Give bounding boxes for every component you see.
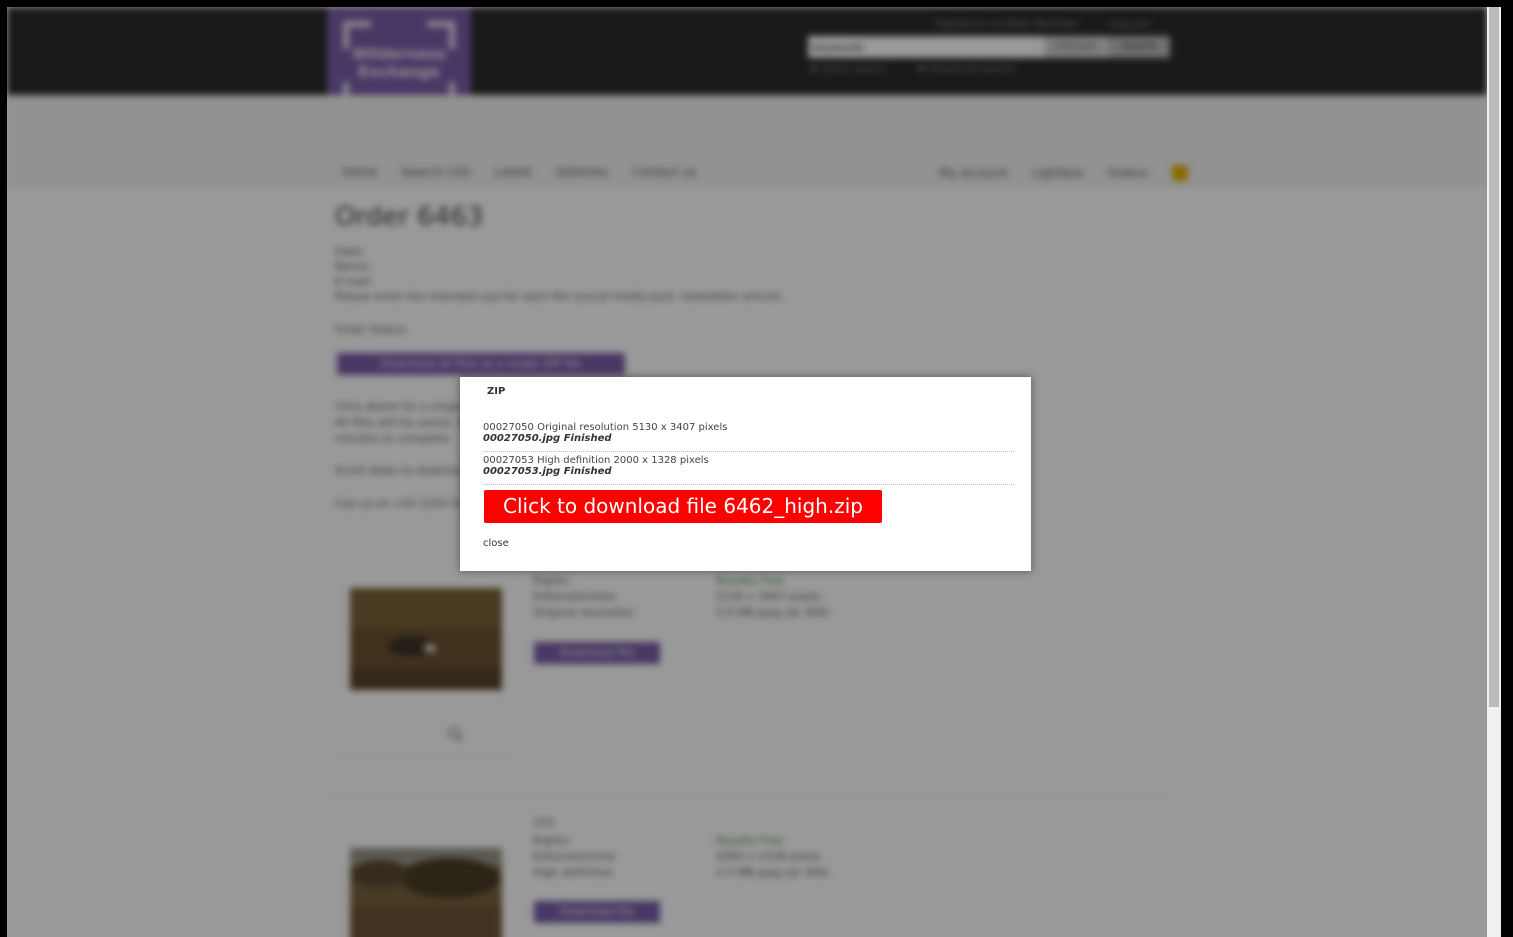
file-row: 00027050 Original resolution 5130 x 3407…: [483, 419, 1014, 452]
file-description: 00027050 Original resolution 5130 x 3407…: [483, 422, 728, 433]
file-status: 00027050.jpg Finished: [483, 433, 612, 444]
zip-dialog: ZIP 00027050 Original resolution 5130 x …: [460, 377, 1031, 571]
file-status: 00027053.jpg Finished: [483, 466, 612, 477]
scrollbar-thumb[interactable]: [1489, 7, 1499, 707]
close-link[interactable]: close: [483, 538, 509, 549]
dialog-title: ZIP: [487, 386, 506, 397]
file-description: 00027053 High definition 2000 x 1328 pix…: [483, 455, 709, 466]
file-row: 00027053 High definition 2000 x 1328 pix…: [483, 452, 1014, 485]
download-zip-button[interactable]: Click to download file 6462_high.zip: [484, 490, 882, 523]
scrollbar[interactable]: [1487, 7, 1501, 937]
